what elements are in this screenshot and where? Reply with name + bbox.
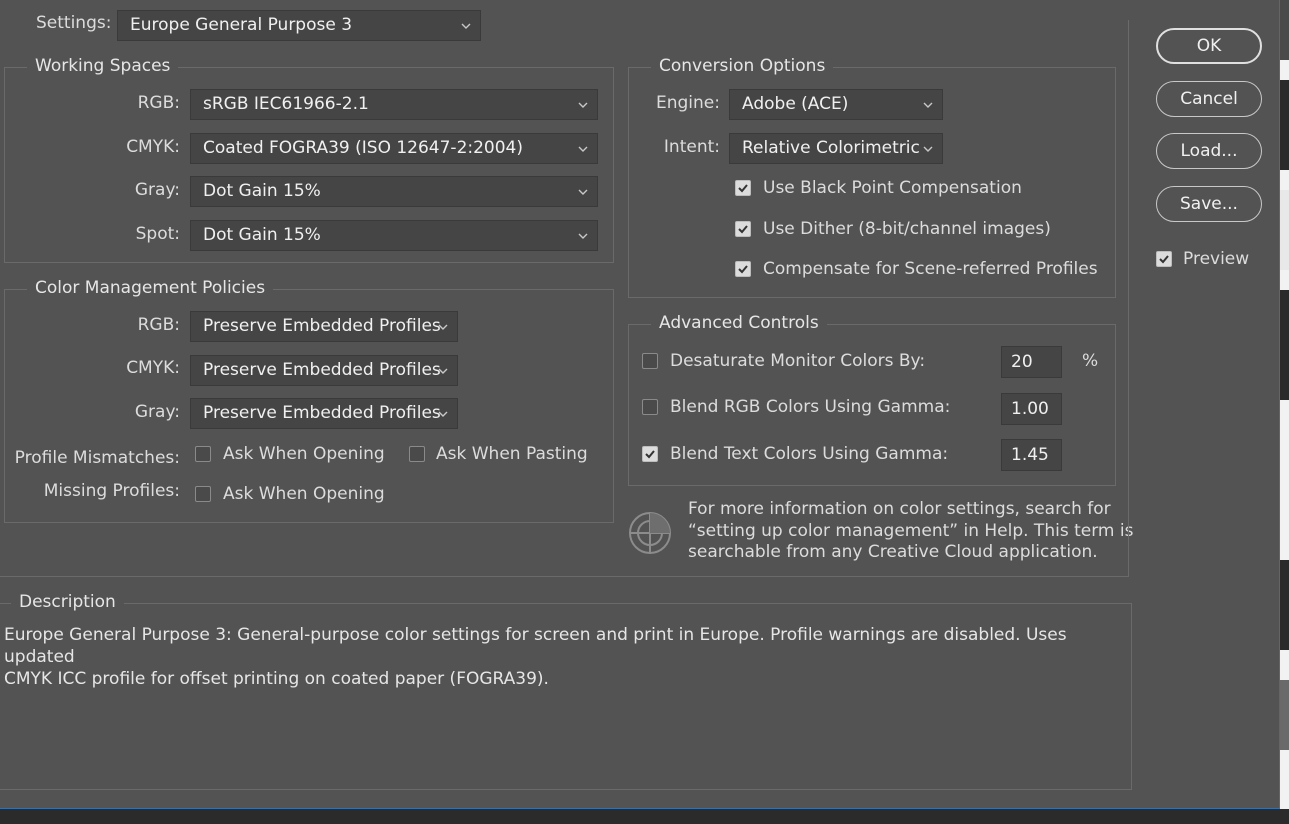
- chevron-down-icon: [577, 134, 589, 163]
- ws-gray-label: Gray:: [134, 180, 180, 200]
- desaturate-label: Desaturate Monitor Colors By:: [670, 351, 926, 371]
- info-line-2: “setting up color management” in Help. T…: [688, 521, 1134, 541]
- chevron-down-icon: [577, 177, 589, 206]
- checkmark-icon: [738, 184, 748, 193]
- mismatch-opening-checkbox[interactable]: [195, 446, 211, 462]
- info-line-3: searchable from any Creative Cloud appli…: [688, 542, 1098, 562]
- policy-cmyk-select[interactable]: Preserve Embedded Profiles: [190, 355, 458, 386]
- ws-cmyk-select[interactable]: Coated FOGRA39 (ISO 12647-2:2004): [190, 133, 598, 164]
- checkmark-icon: [738, 265, 748, 274]
- blend-text-input[interactable]: 1.45: [1001, 439, 1062, 471]
- chevron-down-icon: [922, 90, 934, 119]
- mismatch-pasting-checkbox[interactable]: [409, 446, 425, 462]
- blend-rgb-input[interactable]: 1.00: [1001, 393, 1062, 425]
- preview-label: Preview: [1183, 249, 1250, 269]
- policy-gray-label: Gray:: [134, 402, 180, 422]
- advanced-title: Advanced Controls: [651, 313, 827, 333]
- policy-cmyk-label: CMYK:: [126, 358, 180, 378]
- chevron-down-icon: [437, 356, 449, 385]
- chevron-down-icon: [437, 399, 449, 428]
- missing-profiles-label: Missing Profiles:: [43, 481, 180, 501]
- divider: [0, 576, 1129, 577]
- engine-label: Engine:: [656, 93, 720, 113]
- scene-referred-checkbox[interactable]: [735, 261, 751, 277]
- background-window-strip: [1280, 0, 1289, 824]
- working-spaces-title: Working Spaces: [27, 56, 179, 76]
- ws-cmyk-value: Coated FOGRA39 (ISO 12647-2:2004): [203, 138, 524, 158]
- chevron-down-icon: [437, 312, 449, 341]
- checkmark-icon: [738, 225, 748, 234]
- policies-title: Color Management Policies: [27, 278, 274, 298]
- description-text: Europe General Purpose 3: General-purpos…: [4, 624, 1114, 690]
- blend-text-label: Blend Text Colors Using Gamma:: [670, 444, 949, 464]
- desaturate-unit: %: [1082, 351, 1099, 371]
- policy-gray-value: Preserve Embedded Profiles: [203, 403, 441, 423]
- preview-checkbox[interactable]: [1156, 251, 1172, 267]
- conversion-title: Conversion Options: [651, 56, 834, 76]
- ok-button[interactable]: OK: [1156, 28, 1262, 64]
- load-button[interactable]: Load...: [1156, 133, 1262, 169]
- policy-rgb-label: RGB:: [137, 315, 180, 335]
- ws-rgb-label: RGB:: [137, 93, 180, 113]
- ws-spot-value: Dot Gain 15%: [203, 225, 321, 245]
- info-line-1: For more information on color settings, …: [688, 499, 1111, 519]
- settings-label: Settings:: [36, 13, 112, 33]
- divider: [1128, 20, 1129, 577]
- missing-opening-label: Ask When Opening: [223, 484, 385, 504]
- color-wheel-icon: [627, 510, 673, 556]
- intent-value: Relative Colorimetric: [742, 138, 920, 158]
- desaturate-input[interactable]: 20: [1001, 346, 1062, 378]
- engine-select[interactable]: Adobe (ACE): [729, 89, 943, 120]
- chevron-down-icon: [460, 11, 472, 40]
- engine-value: Adobe (ACE): [742, 94, 849, 114]
- description-line-2: CMYK ICC profile for offset printing on …: [4, 669, 549, 689]
- checkmark-icon: [1159, 255, 1169, 264]
- desaturate-checkbox[interactable]: [642, 353, 658, 369]
- ws-gray-select[interactable]: Dot Gain 15%: [190, 176, 598, 207]
- color-settings-dialog: Settings: Europe General Purpose 3 Worki…: [0, 0, 1280, 809]
- taskbar-strip: [0, 809, 1289, 824]
- checkmark-icon: [645, 450, 655, 459]
- settings-select[interactable]: Europe General Purpose 3: [117, 10, 481, 41]
- profile-mismatches-label: Profile Mismatches:: [14, 448, 180, 468]
- policy-rgb-select[interactable]: Preserve Embedded Profiles: [190, 311, 458, 342]
- chevron-down-icon: [922, 134, 934, 163]
- missing-opening-checkbox[interactable]: [195, 486, 211, 502]
- save-button[interactable]: Save...: [1156, 186, 1262, 222]
- mismatch-opening-label: Ask When Opening: [223, 444, 385, 464]
- settings-select-value: Europe General Purpose 3: [130, 15, 353, 35]
- policy-rgb-value: Preserve Embedded Profiles: [203, 316, 441, 336]
- chevron-down-icon: [577, 90, 589, 119]
- ws-rgb-value: sRGB IEC61966-2.1: [203, 94, 369, 114]
- scene-referred-label: Compensate for Scene-referred Profiles: [763, 259, 1098, 279]
- ws-rgb-select[interactable]: sRGB IEC61966-2.1: [190, 89, 598, 120]
- ws-spot-label: Spot:: [135, 224, 180, 244]
- cancel-button[interactable]: Cancel: [1156, 81, 1262, 117]
- mismatch-pasting-label: Ask When Pasting: [436, 444, 588, 464]
- ws-gray-value: Dot Gain 15%: [203, 181, 321, 201]
- black-point-label: Use Black Point Compensation: [763, 178, 1022, 198]
- blend-text-checkbox[interactable]: [642, 446, 658, 462]
- intent-label: Intent:: [663, 137, 720, 157]
- dither-checkbox[interactable]: [735, 221, 751, 237]
- dither-label: Use Dither (8-bit/channel images): [763, 219, 1051, 239]
- blend-rgb-checkbox[interactable]: [642, 399, 658, 415]
- description-line-1: Europe General Purpose 3: General-purpos…: [4, 625, 1067, 667]
- description-title: Description: [11, 592, 124, 612]
- blend-rgb-label: Blend RGB Colors Using Gamma:: [670, 397, 951, 417]
- ws-cmyk-label: CMYK:: [126, 137, 180, 157]
- ws-spot-select[interactable]: Dot Gain 15%: [190, 220, 598, 251]
- policy-cmyk-value: Preserve Embedded Profiles: [203, 360, 441, 380]
- black-point-checkbox[interactable]: [735, 180, 751, 196]
- intent-select[interactable]: Relative Colorimetric: [729, 133, 943, 164]
- policy-gray-select[interactable]: Preserve Embedded Profiles: [190, 398, 458, 429]
- chevron-down-icon: [577, 221, 589, 250]
